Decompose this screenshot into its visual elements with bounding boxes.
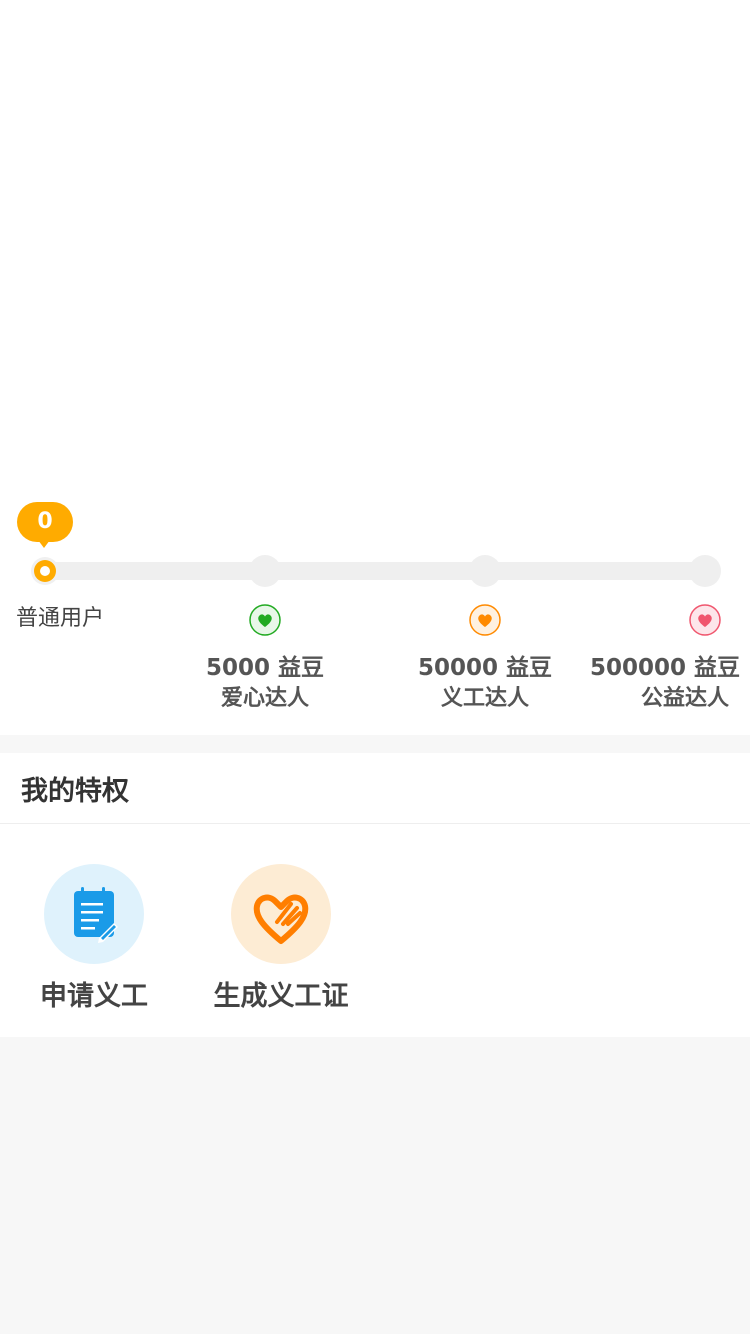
level-node-2 — [469, 555, 501, 587]
apply-volunteer-label: 申请义工 — [40, 981, 148, 1012]
divider — [0, 823, 750, 824]
level-name-1: 爱心达人 — [220, 686, 309, 711]
heart-orange-icon — [469, 604, 501, 636]
points-bubble: 0 — [17, 502, 73, 548]
progress-track — [44, 562, 706, 580]
privileges-card: 我的特权 申请义工 生成义工证 — [0, 753, 750, 1037]
current-level-node — [31, 557, 59, 585]
apply-volunteer-button[interactable]: 申请义工 — [0, 864, 194, 1013]
generate-volunteer-card-button[interactable]: 生成义工证 — [181, 864, 381, 1013]
generate-volunteer-card-label: 生成义工证 — [213, 981, 349, 1012]
level-name-2: 义工达人 — [440, 686, 529, 711]
level-name-3: 公益达人 — [640, 686, 729, 711]
apply-notepad-icon — [44, 864, 144, 964]
heart-green-icon — [249, 604, 281, 636]
privileges-title: 我的特权 — [21, 776, 129, 807]
level-node-3 — [689, 555, 721, 587]
level-node-1 — [249, 555, 281, 587]
heart-hand-icon — [231, 864, 331, 964]
level-points-2: 50000 益豆 — [417, 655, 553, 681]
level-points-3: 500000 益豆 — [589, 655, 741, 681]
level-points-1: 5000 益豆 — [205, 655, 325, 681]
current-level-label: 普通用户 — [16, 606, 105, 631]
level-progress-card: 0 普通用户 5000 益豆 爱心达人 50000 益豆 义工达人 500000… — [0, 0, 750, 735]
heart-red-icon — [689, 604, 721, 636]
